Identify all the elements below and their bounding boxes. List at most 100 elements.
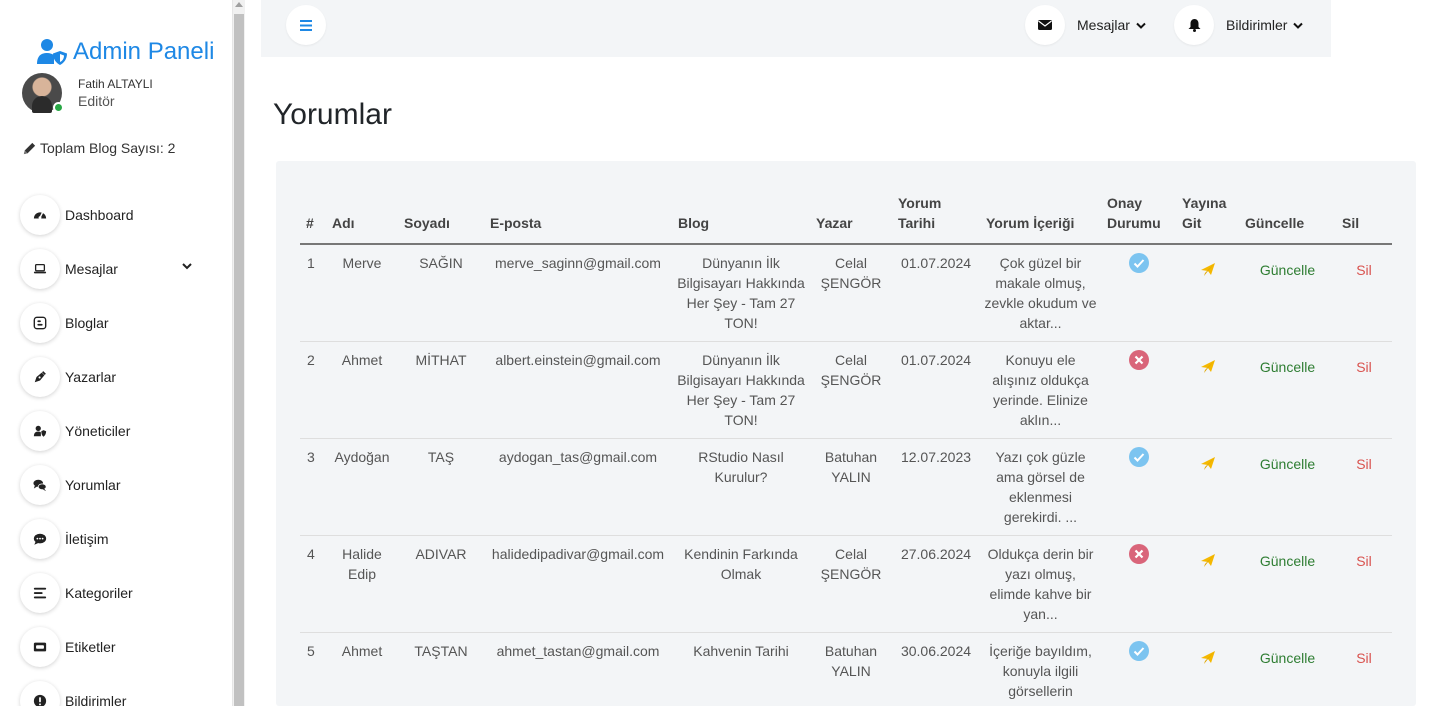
scroll-up-arrow-icon[interactable]: [235, 2, 243, 7]
notifications-icon-button[interactable]: [1174, 5, 1214, 45]
cell-date: 01.07.2024: [892, 341, 980, 439]
pencil-icon: [23, 142, 36, 154]
check-circle-icon: [1128, 641, 1149, 661]
cell-num: 3: [300, 438, 326, 536]
delete-link[interactable]: Sil: [1356, 454, 1372, 474]
update-link[interactable]: Güncelle: [1260, 454, 1315, 474]
brand[interactable]: Admin Paneli: [36, 38, 214, 66]
bell-icon: [1188, 19, 1200, 32]
cell-email: albert.einstein@gmail.com: [484, 341, 672, 439]
send-icon[interactable]: [1200, 649, 1216, 665]
messages-icon-button[interactable]: [1025, 5, 1065, 45]
cell-blog: Kahvenin Tarihi: [672, 632, 810, 706]
tag-icon: [33, 642, 47, 652]
delete-link[interactable]: Sil: [1356, 357, 1372, 377]
cell-email: halidedipadivar@gmail.com: [484, 535, 672, 633]
sidebar-item-label: Dashboard: [65, 207, 134, 223]
col-header-num: #: [300, 193, 326, 245]
cell-surname: TAŞTAN: [398, 632, 484, 706]
x-circle-icon: [1128, 350, 1149, 370]
cell-name: Halide Edip: [326, 535, 398, 633]
cell-surname: MİTHAT: [398, 341, 484, 439]
table-row: 2 Ahmet MİTHAT albert.einstein@gmail.com…: [300, 341, 1392, 439]
sidebar-item-bildirimler[interactable]: Bildirimler: [20, 674, 220, 706]
cell-update: Güncelle: [1239, 535, 1336, 633]
cell-goto: [1176, 535, 1239, 633]
cell-author: Celal ŞENGÖR: [810, 341, 892, 439]
cell-num: 5: [300, 632, 326, 706]
sidebar-item-yorumlar[interactable]: Yorumlar: [20, 458, 220, 512]
brand-title: Admin Paneli: [73, 38, 215, 65]
cell-content: Yazı çok güzle ama görsel de eklenmesi g…: [980, 438, 1101, 536]
cell-date: 12.07.2023: [892, 438, 980, 536]
exclamation-icon: [33, 694, 47, 706]
sidebar-item-etiketler[interactable]: Etiketler: [20, 620, 220, 674]
cell-status: [1101, 438, 1176, 536]
sidebar-item-label: İletişim: [65, 531, 109, 547]
sidebar-item-label: Etiketler: [65, 639, 116, 655]
cell-delete: Sil: [1336, 632, 1392, 706]
chevron-down-icon[interactable]: [182, 262, 192, 270]
send-icon[interactable]: [1200, 455, 1216, 471]
cell-num: 2: [300, 341, 326, 439]
sidebar-item-kategoriler[interactable]: Kategoriler: [20, 566, 220, 620]
send-icon[interactable]: [1200, 552, 1216, 568]
messages-dropdown[interactable]: Mesajlar: [1025, 5, 1146, 45]
chevron-down-icon: [1136, 22, 1146, 29]
sidebar-item-label: Yazarlar: [65, 369, 117, 385]
delete-link[interactable]: Sil: [1356, 260, 1372, 280]
cell-name: Ahmet: [326, 341, 398, 439]
sidebar-item-label: Bloglar: [65, 315, 109, 331]
send-icon[interactable]: [1200, 261, 1216, 277]
cell-delete: Sil: [1336, 535, 1392, 633]
col-header-surname: Soyadı: [398, 193, 484, 245]
topbar: Mesajlar Bildirimler: [261, 0, 1331, 57]
sidebar-item-dashboard[interactable]: Dashboard: [20, 188, 220, 242]
sidebar-item-iletisim[interactable]: İletişim: [20, 512, 220, 566]
cell-goto: [1176, 438, 1239, 536]
update-link[interactable]: Güncelle: [1260, 551, 1315, 571]
blog-count: Toplam Blog Sayısı: 2: [22, 140, 175, 156]
update-link[interactable]: Güncelle: [1260, 648, 1315, 668]
cell-goto: [1176, 632, 1239, 706]
cell-email: ahmet_tastan@gmail.com: [484, 632, 672, 706]
comments-card: # Adı Soyadı E-posta Blog Yazar Yorum Ta…: [276, 161, 1416, 706]
user-shield-icon: [37, 39, 67, 65]
cell-blog: RStudio Nasıl Kurulur?: [672, 438, 810, 536]
scrollbar-thumb[interactable]: [234, 14, 244, 706]
sidebar-item-label: Yorumlar: [65, 477, 121, 493]
sidebar-item-yazarlar[interactable]: Yazarlar: [20, 350, 220, 404]
user-profile[interactable]: Fatih ALTAYLI Editör: [22, 73, 153, 113]
cell-update: Güncelle: [1239, 632, 1336, 706]
sidebar-scrollbar[interactable]: [232, 0, 245, 706]
cell-name: Merve: [326, 244, 398, 342]
blog-count-label: Toplam Blog Sayısı: 2: [40, 140, 176, 156]
update-link[interactable]: Güncelle: [1260, 260, 1315, 280]
notifications-label: Bildirimler: [1226, 17, 1288, 33]
sidebar-item-label: Bildirimler: [65, 693, 127, 706]
cell-blog: Kendinin Farkında Olmak: [672, 535, 810, 633]
menu-toggle-button[interactable]: [286, 5, 326, 45]
cell-author: Batuhan YALIN: [810, 438, 892, 536]
col-header-delete: Sil: [1336, 193, 1392, 245]
delete-link[interactable]: Sil: [1356, 551, 1372, 571]
update-link[interactable]: Güncelle: [1260, 357, 1315, 377]
sidebar-item-mesajlar[interactable]: Mesajlar: [20, 242, 220, 296]
send-icon[interactable]: [1200, 358, 1216, 374]
blogger-icon: [33, 316, 47, 330]
cell-content: İçeriğe bayıldım, konuyla ilgili görsell…: [980, 632, 1101, 706]
cell-num: 4: [300, 535, 326, 633]
notifications-dropdown[interactable]: Bildirimler: [1174, 5, 1304, 45]
cell-email: merve_saginn@gmail.com: [484, 244, 672, 342]
cell-status: [1101, 632, 1176, 706]
cell-update: Güncelle: [1239, 244, 1336, 342]
comment-dots-icon: [33, 533, 47, 545]
cell-blog: Dünyanın İlk Bilgisayarı Hakkında Her Şe…: [672, 244, 810, 342]
sidebar-item-bloglar[interactable]: Bloglar: [20, 296, 220, 350]
col-header-update: Güncelle: [1239, 193, 1336, 245]
cell-update: Güncelle: [1239, 438, 1336, 536]
delete-link[interactable]: Sil: [1356, 648, 1372, 668]
col-header-email: E-posta: [484, 193, 672, 245]
sidebar-item-yoneticiler[interactable]: Yöneticiler: [20, 404, 220, 458]
cell-status: [1101, 535, 1176, 633]
